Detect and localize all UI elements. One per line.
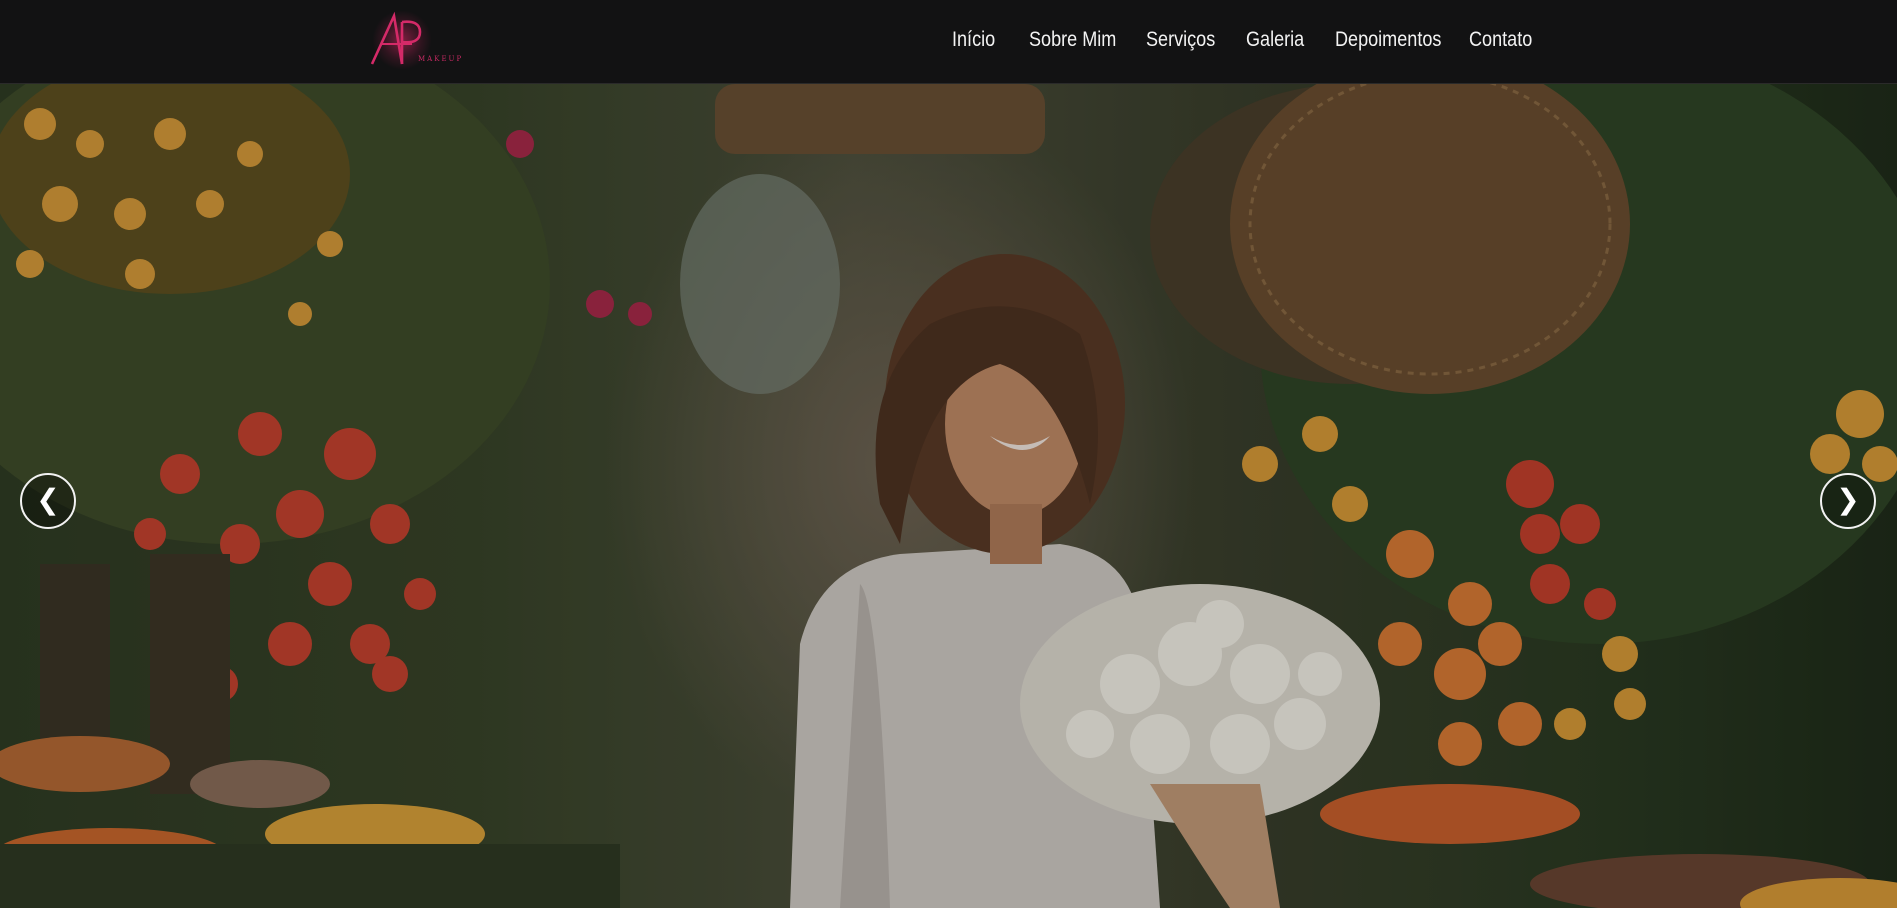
main-nav: Início Sobre Mim Serviços Galeria Depoim… (0, 0, 1897, 84)
hero-overlay (0, 84, 1897, 908)
nav-link-servicos[interactable]: Serviços (1146, 28, 1215, 52)
nav-link-depoimentos[interactable]: Depoimentos (1335, 28, 1441, 52)
hero-carousel: ❮ ❯ (0, 84, 1897, 908)
carousel-prev-button[interactable]: ❮ (20, 473, 76, 529)
nav-link-contato[interactable]: Contato (1469, 28, 1532, 52)
nav-link-sobre-mim[interactable]: Sobre Mim (1029, 28, 1116, 52)
carousel-next-button[interactable]: ❯ (1820, 473, 1876, 529)
navbar: MAKEUP Início Sobre Mim Serviços Galeria… (0, 0, 1897, 84)
chevron-right-icon: ❯ (1836, 483, 1860, 516)
chevron-left-icon: ❮ (36, 483, 60, 516)
nav-link-galeria[interactable]: Galeria (1246, 28, 1304, 52)
nav-link-inicio[interactable]: Início (952, 28, 995, 52)
